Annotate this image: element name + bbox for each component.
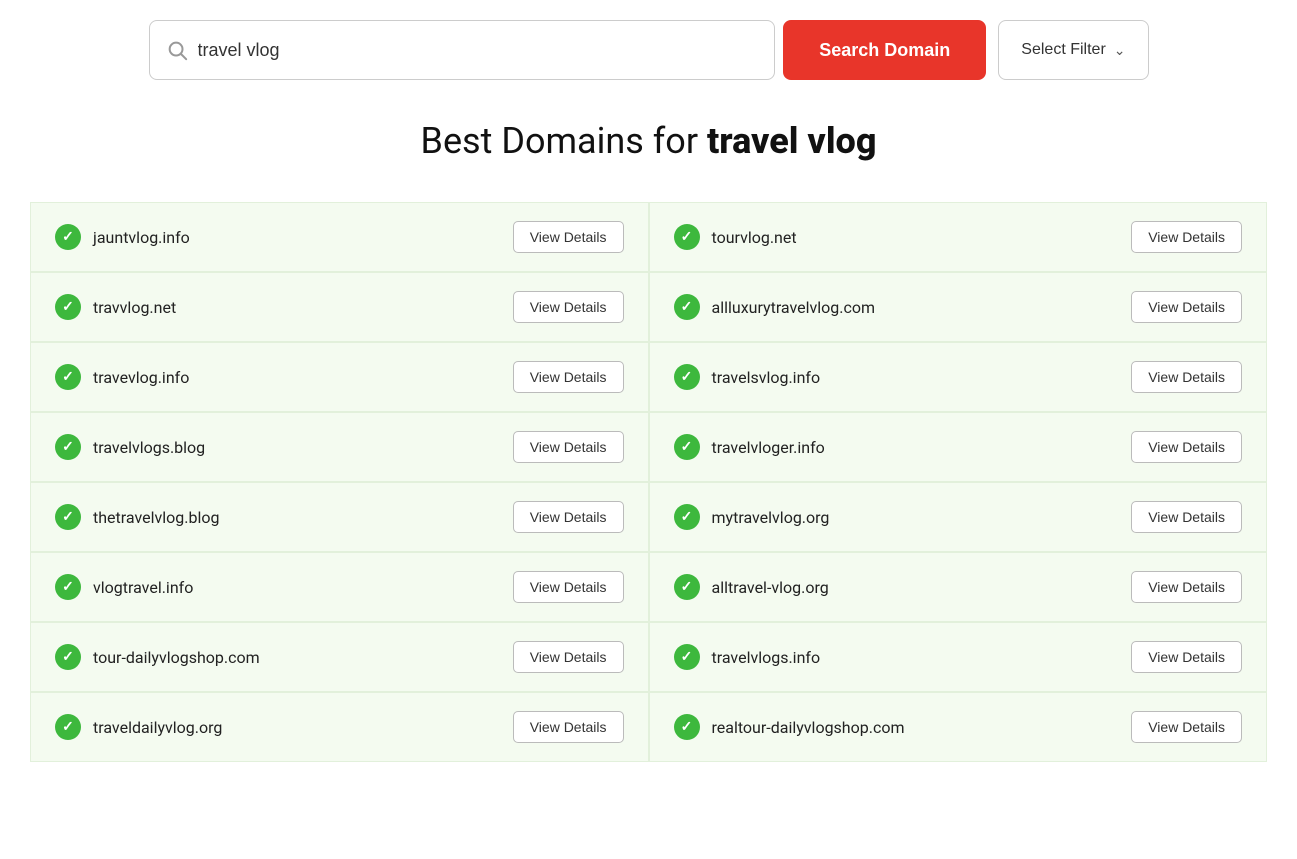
available-icon bbox=[55, 714, 81, 740]
domain-name: realtour-dailyvlogshop.com bbox=[712, 718, 905, 737]
view-details-button[interactable]: View Details bbox=[1131, 501, 1242, 533]
search-bar-container: Search Domain Select Filter ⌄ bbox=[149, 20, 1149, 80]
domain-name: mytravelvlog.org bbox=[712, 508, 830, 527]
available-icon bbox=[674, 364, 700, 390]
domain-item: alltravel-vlog.org View Details bbox=[649, 552, 1268, 622]
domain-name: traveldailyvlog.org bbox=[93, 718, 222, 737]
view-details-button[interactable]: View Details bbox=[513, 501, 624, 533]
domain-left: mytravelvlog.org bbox=[674, 504, 830, 530]
view-details-button[interactable]: View Details bbox=[1131, 711, 1242, 743]
available-icon bbox=[674, 434, 700, 460]
view-details-button[interactable]: View Details bbox=[513, 431, 624, 463]
available-icon bbox=[674, 224, 700, 250]
domain-item: mytravelvlog.org View Details bbox=[649, 482, 1268, 552]
domain-item: travelsvlog.info View Details bbox=[649, 342, 1268, 412]
domain-name: tourvlog.net bbox=[712, 228, 797, 247]
domain-item: travelvlogs.blog View Details bbox=[30, 412, 649, 482]
available-icon bbox=[674, 504, 700, 530]
domain-left: realtour-dailyvlogshop.com bbox=[674, 714, 905, 740]
search-input[interactable] bbox=[198, 40, 759, 61]
search-icon bbox=[166, 39, 188, 61]
available-icon bbox=[55, 224, 81, 250]
domain-item: travvlog.net View Details bbox=[30, 272, 649, 342]
available-icon bbox=[55, 434, 81, 460]
view-details-button[interactable]: View Details bbox=[513, 641, 624, 673]
filter-button[interactable]: Select Filter ⌄ bbox=[998, 20, 1148, 80]
chevron-down-icon: ⌄ bbox=[1114, 42, 1126, 59]
view-details-button[interactable]: View Details bbox=[1131, 571, 1242, 603]
domain-name: vlogtravel.info bbox=[93, 578, 193, 597]
domain-left: travelvlogs.blog bbox=[55, 434, 205, 460]
domain-name: travelsvlog.info bbox=[712, 368, 821, 387]
view-details-button[interactable]: View Details bbox=[1131, 641, 1242, 673]
view-details-button[interactable]: View Details bbox=[513, 221, 624, 253]
domain-item: allluxurytravelvlog.com View Details bbox=[649, 272, 1268, 342]
domain-left: tour-dailyvlogshop.com bbox=[55, 644, 260, 670]
domain-name: travvlog.net bbox=[93, 298, 176, 317]
domain-left: travelsvlog.info bbox=[674, 364, 821, 390]
available-icon bbox=[55, 574, 81, 600]
search-input-wrapper bbox=[149, 20, 776, 80]
view-details-button[interactable]: View Details bbox=[1131, 431, 1242, 463]
domain-left: travelvloger.info bbox=[674, 434, 825, 460]
page-title-bold: travel vlog bbox=[707, 120, 877, 162]
view-details-button[interactable]: View Details bbox=[1131, 361, 1242, 393]
domain-left: jauntvlog.info bbox=[55, 224, 190, 250]
view-details-button[interactable]: View Details bbox=[513, 361, 624, 393]
domain-item: vlogtravel.info View Details bbox=[30, 552, 649, 622]
domain-name: thetravelvlog.blog bbox=[93, 508, 219, 527]
domain-left: tourvlog.net bbox=[674, 224, 797, 250]
domain-name: alltravel-vlog.org bbox=[712, 578, 829, 597]
view-details-button[interactable]: View Details bbox=[513, 711, 624, 743]
domain-item: travelvlogs.info View Details bbox=[649, 622, 1268, 692]
domain-item: traveldailyvlog.org View Details bbox=[30, 692, 649, 762]
domain-name: travelvloger.info bbox=[712, 438, 825, 457]
domain-name: tour-dailyvlogshop.com bbox=[93, 648, 260, 667]
domain-item: travevlog.info View Details bbox=[30, 342, 649, 412]
domain-left: traveldailyvlog.org bbox=[55, 714, 222, 740]
domain-name: jauntvlog.info bbox=[93, 228, 190, 247]
available-icon bbox=[674, 574, 700, 600]
domain-item: realtour-dailyvlogshop.com View Details bbox=[649, 692, 1268, 762]
domain-name: travelvlogs.info bbox=[712, 648, 821, 667]
domain-item: travelvloger.info View Details bbox=[649, 412, 1268, 482]
domain-results-grid: jauntvlog.info View Details tourvlog.net… bbox=[30, 202, 1267, 762]
domain-item: tour-dailyvlogshop.com View Details bbox=[30, 622, 649, 692]
domain-item: tourvlog.net View Details bbox=[649, 202, 1268, 272]
domain-item: jauntvlog.info View Details bbox=[30, 202, 649, 272]
page-title: Best Domains for travel vlog bbox=[30, 120, 1267, 162]
available-icon bbox=[55, 294, 81, 320]
search-domain-button[interactable]: Search Domain bbox=[783, 20, 986, 80]
page-title-prefix: Best Domains for bbox=[421, 120, 707, 162]
view-details-button[interactable]: View Details bbox=[513, 291, 624, 323]
view-details-button[interactable]: View Details bbox=[1131, 291, 1242, 323]
domain-left: travelvlogs.info bbox=[674, 644, 821, 670]
domain-left: allluxurytravelvlog.com bbox=[674, 294, 876, 320]
available-icon bbox=[55, 364, 81, 390]
available-icon bbox=[55, 644, 81, 670]
domain-left: thetravelvlog.blog bbox=[55, 504, 219, 530]
available-icon bbox=[674, 294, 700, 320]
available-icon bbox=[55, 504, 81, 530]
domain-name: travelvlogs.blog bbox=[93, 438, 205, 457]
domain-item: thetravelvlog.blog View Details bbox=[30, 482, 649, 552]
view-details-button[interactable]: View Details bbox=[1131, 221, 1242, 253]
domain-name: allluxurytravelvlog.com bbox=[712, 298, 876, 317]
domain-left: vlogtravel.info bbox=[55, 574, 193, 600]
view-details-button[interactable]: View Details bbox=[513, 571, 624, 603]
domain-left: travevlog.info bbox=[55, 364, 189, 390]
domain-name: travevlog.info bbox=[93, 368, 189, 387]
domain-left: travvlog.net bbox=[55, 294, 176, 320]
filter-button-label: Select Filter bbox=[1021, 41, 1105, 59]
domain-left: alltravel-vlog.org bbox=[674, 574, 829, 600]
available-icon bbox=[674, 644, 700, 670]
available-icon bbox=[674, 714, 700, 740]
